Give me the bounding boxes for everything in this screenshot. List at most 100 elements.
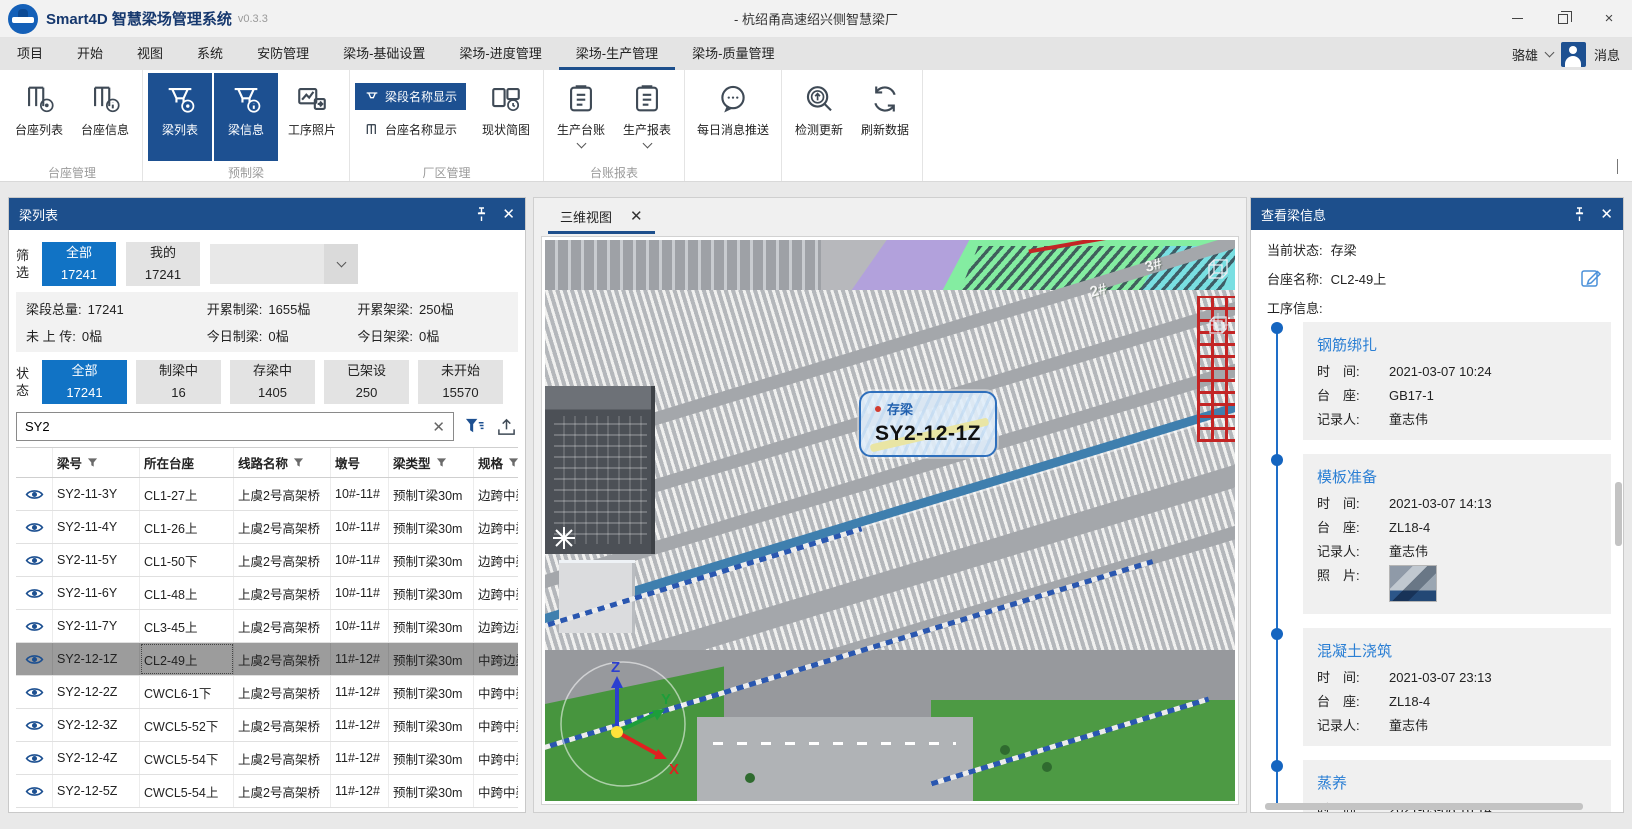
column-header-5[interactable]: 规格: [474, 448, 518, 477]
3d-viewport[interactable]: 2#3# 存梁 SY2-12-1Z: [541, 236, 1239, 805]
column-header-2[interactable]: 线路名称: [234, 448, 331, 477]
restore-button[interactable]: [1540, 0, 1586, 37]
status-button-1[interactable]: 制梁中16: [136, 360, 221, 404]
column-filter-icon[interactable]: [508, 457, 518, 468]
menu-item-3[interactable]: 系统: [180, 38, 240, 70]
beam-list-button[interactable]: 梁列表: [148, 73, 212, 161]
column-header-3[interactable]: 墩号: [331, 448, 389, 477]
column-filter-icon[interactable]: [87, 457, 98, 468]
cell: 上虞2号高架桥: [234, 775, 331, 807]
user-name[interactable]: 骆雄: [1512, 45, 1538, 64]
process-card[interactable]: 模板准备时 间:2021-03-07 14:13台 座:ZL18-4记录人:童志…: [1303, 454, 1611, 614]
vertical-scrollbar[interactable]: [1615, 482, 1622, 546]
status-button-0[interactable]: 全部17241: [42, 360, 127, 404]
process-card[interactable]: 钢筋绑扎时 间:2021-03-07 10:24台 座:GB17-1记录人:童志…: [1303, 322, 1611, 440]
menu-item-8[interactable]: 梁场-质量管理: [675, 38, 791, 70]
column-filter-icon[interactable]: [436, 457, 447, 468]
close-tab-icon[interactable]: ✕: [630, 207, 643, 225]
user-chevron-down-icon[interactable]: [1545, 48, 1555, 58]
view-beam-icon[interactable]: [16, 676, 53, 708]
table-row-2[interactable]: SY2-11-5YCL1-50下上虞2号高架桥10#-11#预制T梁30m边跨中…: [16, 544, 518, 577]
daily-push-button[interactable]: 每日消息推送: [690, 73, 776, 161]
close-button[interactable]: ×: [1586, 0, 1632, 37]
cell: CL1-50下: [140, 544, 234, 576]
view-beam-icon[interactable]: [16, 544, 53, 576]
pedestal-info-button[interactable]: 台座信息: [73, 73, 137, 161]
menu-item-6[interactable]: 梁场-进度管理: [442, 38, 558, 70]
tab-3d-view[interactable]: 三维视图 ✕: [552, 198, 651, 234]
pedestal-name-display-toggle[interactable]: 台座名称显示: [355, 116, 466, 143]
view-beam-icon[interactable]: [16, 742, 53, 774]
view-beam-icon[interactable]: [16, 610, 53, 642]
view-beam-icon[interactable]: [16, 511, 53, 543]
filter-dropdown[interactable]: [210, 244, 358, 284]
export-button[interactable]: [494, 415, 518, 439]
view-beam-icon[interactable]: [16, 709, 53, 741]
view-beam-icon[interactable]: [16, 643, 53, 675]
edit-pedestal-button[interactable]: [1579, 266, 1605, 292]
pin-icon[interactable]: [475, 207, 488, 222]
table-row-0[interactable]: SY2-11-3YCL1-27上上虞2号高架桥10#-11#预制T梁30m边跨中…: [16, 478, 518, 511]
process-photo-thumbnail[interactable]: [1389, 565, 1437, 602]
pin-icon[interactable]: [1573, 207, 1586, 222]
zoom-extents-icon[interactable]: [1205, 312, 1231, 341]
close-panel-icon[interactable]: ✕: [502, 207, 515, 222]
ribbon-collapse-button[interactable]: [1617, 159, 1618, 173]
menu-item-4[interactable]: 安防管理: [240, 38, 326, 70]
clear-search-icon[interactable]: ✕: [432, 418, 445, 436]
process-photo-button[interactable]: 工序照片: [280, 73, 344, 161]
table-row-5[interactable]: SY2-12-1ZCL2-49上上虞2号高架桥11#-12#预制T梁30m中跨边…: [16, 643, 518, 676]
process-field: 时 间:2021-03-07 23:13: [1317, 669, 1599, 686]
menu-item-5[interactable]: 梁场-基础设置: [326, 38, 442, 70]
filter-label: 筛选: [16, 247, 36, 281]
status-sketch-button[interactable]: 现状简图: [474, 73, 538, 161]
table-row-3[interactable]: SY2-11-6YCL1-48上上虞2号高架桥10#-11#预制T梁30m边跨中…: [16, 577, 518, 610]
table-row-9[interactable]: SY2-12-5ZCWCL5-54上上虞2号高架桥11#-12#预制T梁30m中…: [16, 775, 518, 808]
view-beam-icon[interactable]: [16, 577, 53, 609]
table-row-6[interactable]: SY2-12-2ZCWCL6-1下上虞2号高架桥11#-12#预制T梁30m中跨…: [16, 676, 518, 709]
column-header-4[interactable]: 梁类型: [389, 448, 474, 477]
view-beam-icon[interactable]: [16, 478, 53, 510]
process-field: 记录人:童志伟: [1317, 717, 1599, 734]
table-row-7[interactable]: SY2-12-3ZCWCL5-52下上虞2号高架桥11#-12#预制T梁30m中…: [16, 709, 518, 742]
active-tab-underline: [548, 231, 655, 234]
check-update-button[interactable]: 检测更新: [787, 73, 851, 161]
segment-name-display-toggle[interactable]: 梁段名称显示: [355, 83, 466, 110]
table-row-4[interactable]: SY2-11-7YCL3-45上上虞2号高架桥10#-11#预制T梁30m边跨边…: [16, 610, 518, 643]
process-card[interactable]: 混凝土浇筑时 间:2021-03-07 23:13台 座:ZL18-4记录人:童…: [1303, 628, 1611, 746]
close-panel-icon[interactable]: ✕: [1600, 207, 1613, 222]
refresh-data-button[interactable]: 刷新数据: [853, 73, 917, 161]
view-beam-icon[interactable]: [16, 775, 53, 807]
menu-bar: 项目开始视图系统安防管理梁场-基础设置梁场-进度管理梁场-生产管理梁场-质量管理…: [0, 38, 1632, 70]
ribbon-group-label: 预制梁: [148, 161, 344, 185]
column-filter-icon[interactable]: [293, 457, 304, 468]
search-input[interactable]: [25, 419, 432, 434]
menu-item-2[interactable]: 视图: [120, 38, 180, 70]
cell: 上虞2号高架桥: [234, 577, 331, 609]
ribbon-group-label: 厂区管理: [355, 161, 538, 185]
user-avatar[interactable]: [1561, 42, 1586, 67]
filter-button-1[interactable]: 我的17241: [126, 242, 200, 286]
filter-button-0[interactable]: 全部17241: [42, 242, 116, 286]
status-button-2[interactable]: 存梁中1405: [230, 360, 315, 404]
production-ledger-button[interactable]: 生产台账: [549, 73, 613, 161]
pedestal-list-button[interactable]: 台座列表: [7, 73, 71, 161]
menu-item-0[interactable]: 项目: [0, 38, 60, 70]
ribbon-toolbar: 台座列表 台座信息 台座管理 梁列表 梁信息: [0, 70, 1632, 182]
beam-callout[interactable]: 存梁 SY2-12-1Z: [859, 391, 997, 457]
beam-info-button[interactable]: 梁信息: [214, 73, 278, 161]
menu-item-1[interactable]: 开始: [60, 38, 120, 70]
filter-funnel-button[interactable]: [462, 415, 486, 439]
column-header-0[interactable]: 梁号: [53, 448, 140, 477]
menu-item-7[interactable]: 梁场-生产管理: [559, 38, 675, 70]
table-row-8[interactable]: SY2-12-4ZCWCL5-54下上虞2号高架桥11#-12#预制T梁30m中…: [16, 742, 518, 775]
status-button-3[interactable]: 已架设250: [324, 360, 409, 404]
messages-button[interactable]: 消息: [1594, 45, 1620, 64]
column-header-1[interactable]: 所在台座: [140, 448, 234, 477]
production-report-button[interactable]: 生产报表: [615, 73, 679, 161]
table-row-1[interactable]: SY2-11-4YCL1-26上上虞2号高架桥10#-11#预制T梁30m边跨中…: [16, 511, 518, 544]
horizontal-scrollbar[interactable]: [1265, 803, 1583, 810]
status-button-4[interactable]: 未开始15570: [418, 360, 503, 404]
minimize-button[interactable]: [1494, 0, 1540, 37]
viewcube-icon[interactable]: [1205, 257, 1231, 286]
